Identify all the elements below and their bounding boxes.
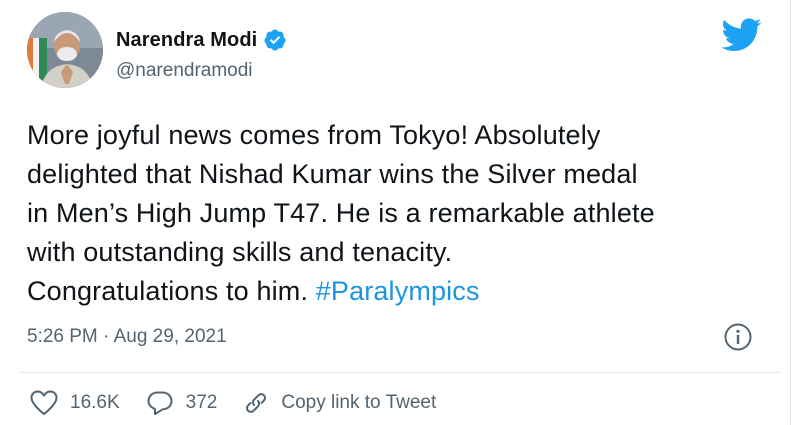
tweet-meta: 5:26 PM · Aug 29, 2021 [27,322,767,352]
tweet-line: in Men’s High Jump T47. He is a remarkab… [27,198,655,228]
hashtag-link[interactable]: #Paralympics [316,276,480,306]
display-name[interactable]: Narendra Modi [116,29,257,52]
tweet-text: More joyful news comes from Tokyo! Absol… [27,116,772,311]
reply-bubble-icon [147,391,173,415]
heart-icon [30,390,58,415]
reply-button[interactable]: 372 [146,390,218,416]
reply-count: 372 [185,392,218,413]
tweet-actions: 16.6K 372 Copy link to Tweet [30,388,462,418]
tweet-line: More joyful news comes from Tokyo! Absol… [27,120,601,150]
twitter-bird-icon[interactable] [721,18,762,52]
avatar-image [27,12,103,88]
info-icon[interactable] [723,322,753,352]
divider [20,372,780,373]
tweet-line: delighted that Nishad Kumar wins the Sil… [27,159,638,189]
timestamp[interactable]: 5:26 PM · Aug 29, 2021 [27,326,227,348]
tweet-header: Narendra Modi @narendramodi [27,12,767,90]
author-names: Narendra Modi @narendramodi [116,28,287,82]
author-handle[interactable]: @narendramodi [116,60,287,82]
copy-link-button[interactable]: Copy link to Tweet [243,390,436,416]
like-count: 16.6K [70,392,120,413]
tweet-card: Narendra Modi @narendramodi More joyful … [0,0,791,425]
tweet-line-prefix: Congratulations to him. [27,276,316,306]
link-icon [246,393,267,413]
tweet-line: with outstanding skills and tenacity. [27,237,453,267]
copy-link-label: Copy link to Tweet [281,392,437,413]
tweet-last-line: Congratulations to him. #Paralympics [27,272,772,311]
avatar[interactable] [27,12,103,88]
display-name-row: Narendra Modi [116,28,287,52]
verified-badge-icon [263,28,287,52]
like-button[interactable]: 16.6K [30,390,120,416]
